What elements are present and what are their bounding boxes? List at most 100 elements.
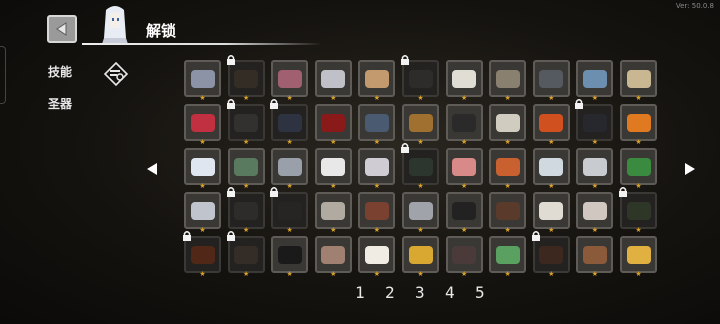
rarity-star-icon: ★ — [286, 226, 293, 234]
artifact-slot[interactable]: ★ — [576, 60, 614, 102]
artifact-slot[interactable]: ★ — [401, 143, 439, 190]
artifact-slot[interactable]: ★ — [532, 104, 570, 146]
rarity-star-icon: ★ — [460, 226, 468, 234]
rarity-star-icon: ★ — [504, 182, 511, 190]
back-button[interactable] — [47, 15, 77, 43]
artifact-slot[interactable]: ★ — [445, 192, 483, 234]
artifact-slot[interactable]: ★ — [620, 236, 657, 278]
rarity-star-icon: ★ — [635, 138, 642, 146]
artifact-slot[interactable]: ★ — [445, 148, 483, 190]
stone-altar-icon — [277, 157, 302, 176]
artifact-slot[interactable]: ★ — [531, 231, 570, 278]
filter-icon[interactable] — [104, 62, 128, 86]
artifact-slot[interactable]: ★ — [445, 60, 483, 102]
rarity-star-icon: ★ — [548, 138, 555, 146]
rarity-star-icon: ★ — [548, 226, 555, 234]
pills-icon — [582, 157, 607, 176]
rarity-star-icon: ★ — [242, 226, 250, 234]
artifact-slot[interactable]: ★ — [314, 192, 352, 234]
artifact-slot[interactable]: ★ — [489, 148, 527, 190]
open-book-icon — [364, 157, 389, 176]
artifact-slot[interactable]: ★ — [576, 192, 614, 234]
dark-disc-icon — [234, 201, 259, 220]
artifact-slot[interactable]: ★ — [489, 236, 527, 278]
rarity-star-icon: ★ — [591, 94, 599, 102]
page-number[interactable]: 4 — [445, 283, 457, 302]
rarity-star-icon: ★ — [286, 94, 293, 102]
artifact-slot[interactable]: ★ — [358, 148, 396, 190]
artifact-slot[interactable]: ★ — [314, 60, 352, 102]
page-number[interactable]: 1 — [355, 283, 367, 302]
page-number[interactable]: 2 — [385, 283, 397, 302]
rarity-star-icon: ★ — [504, 226, 511, 234]
artifact-slot[interactable]: ★ — [314, 236, 352, 278]
gold-coins-icon — [626, 245, 651, 264]
artifact-slot[interactable]: ★ — [184, 148, 221, 190]
artifact-slot[interactable]: ★ — [358, 60, 396, 102]
rarity-star-icon: ★ — [417, 94, 424, 102]
artifact-slot[interactable]: ★ — [402, 104, 439, 146]
rarity-star-icon: ★ — [199, 138, 206, 146]
artifact-slot[interactable]: ★ — [620, 60, 657, 102]
artifact-slot[interactable]: ★ — [270, 99, 309, 146]
green-dragon-icon — [495, 245, 520, 264]
artifact-slot[interactable]: ★ — [358, 236, 396, 278]
artifact-slot[interactable]: ★ — [619, 187, 657, 234]
next-page-arrow[interactable] — [684, 162, 696, 176]
artifact-slot[interactable]: ★ — [183, 231, 221, 278]
artifact-slot[interactable]: ★ — [620, 148, 657, 190]
artifact-slot[interactable]: ★ — [532, 60, 570, 102]
artifact-slot[interactable]: ★ — [226, 99, 265, 146]
artifact-slot[interactable]: ★ — [270, 187, 309, 234]
rarity-star-icon: ★ — [330, 270, 337, 278]
artifact-slot[interactable]: ★ — [314, 148, 352, 190]
black-blade-icon — [452, 201, 477, 220]
artifact-slot[interactable]: ★ — [620, 104, 657, 146]
rarity-star-icon: ★ — [417, 182, 424, 190]
artifact-slot[interactable]: ★ — [576, 236, 614, 278]
artifact-slot[interactable]: ★ — [402, 236, 439, 278]
carrot-icon — [626, 113, 651, 132]
tab-artifact[interactable]: 圣器 — [48, 95, 72, 112]
artifact-slot[interactable]: ★ — [184, 60, 221, 102]
artifact-slot[interactable]: ★ — [226, 187, 265, 234]
artifact-slot[interactable]: ★ — [445, 236, 483, 278]
artifact-slot[interactable]: ★ — [184, 192, 221, 234]
artifact-slot[interactable]: ★ — [402, 192, 439, 234]
artifact-slot[interactable]: ★ — [271, 148, 309, 190]
artifact-slot[interactable]: ★ — [226, 231, 265, 278]
artifact-slot[interactable]: ★ — [271, 236, 309, 278]
artifact-slot[interactable]: ★ — [575, 99, 614, 146]
page-title: 解锁 — [146, 22, 177, 40]
page-number[interactable]: 3 — [415, 283, 427, 302]
artifact-slot[interactable]: ★ — [489, 60, 527, 102]
artifact-slot[interactable]: ★ — [489, 192, 527, 234]
rarity-star-icon: ★ — [330, 226, 337, 234]
artifact-slot[interactable]: ★ — [314, 104, 352, 146]
tab-skill[interactable]: 技能 — [48, 63, 72, 80]
rarity-star-icon: ★ — [330, 138, 337, 146]
rarity-star-icon: ★ — [330, 94, 337, 102]
artifact-slot[interactable]: ★ — [532, 148, 570, 190]
artifact-slot[interactable]: ★ — [226, 55, 265, 102]
page-number[interactable]: 5 — [475, 283, 487, 302]
artifact-slot[interactable]: ★ — [227, 148, 265, 190]
artifact-slot[interactable]: ★ — [358, 192, 396, 234]
artifact-slot[interactable]: ★ — [489, 104, 527, 146]
white-wing-icon — [190, 157, 215, 176]
character-avatar — [102, 6, 128, 44]
artifact-slot[interactable]: ★ — [445, 104, 483, 146]
meat-ring-icon — [277, 69, 302, 88]
artifact-slot[interactable]: ★ — [358, 104, 396, 146]
artifact-slot[interactable]: ★ — [271, 60, 309, 102]
rarity-star-icon: ★ — [199, 226, 206, 234]
artifact-slot[interactable]: ★ — [576, 148, 614, 190]
artifact-slot[interactable]: ★ — [532, 192, 570, 234]
rarity-star-icon: ★ — [373, 138, 381, 146]
roast-meat-icon — [495, 157, 520, 176]
artifact-slot[interactable]: ★ — [184, 104, 221, 146]
rarity-star-icon: ★ — [286, 138, 293, 146]
pouch-sack-icon — [452, 245, 477, 264]
artifact-slot[interactable]: ★ — [401, 55, 439, 102]
prev-page-arrow[interactable] — [146, 162, 158, 176]
